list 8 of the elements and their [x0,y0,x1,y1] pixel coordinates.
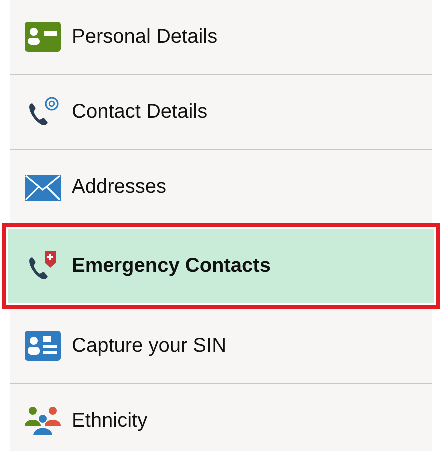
menu-item[interactable]: Capture your SIN [10,309,432,384]
menu-item[interactable]: Ethnicity [10,384,432,451]
menu-item[interactable]: Emergency Contacts [2,223,440,309]
id-card-icon [25,330,61,362]
menu-item[interactable]: Contact Details [10,75,432,150]
menu-item[interactable]: Personal Details [10,0,432,75]
people-icon [25,405,61,437]
id-card-icon [25,21,61,53]
